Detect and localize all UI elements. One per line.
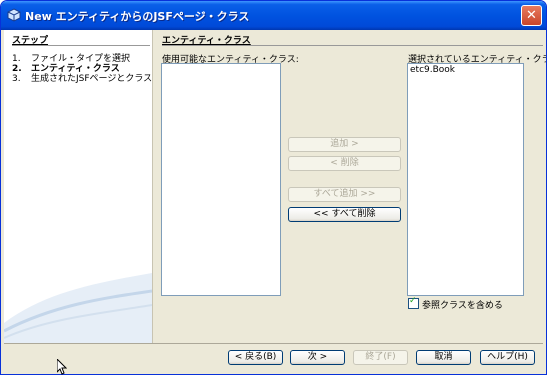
close-button[interactable]: ✕ <box>521 5 542 26</box>
divider <box>12 45 150 46</box>
decorative-swoosh <box>4 273 152 343</box>
checkmark-icon: ✓ <box>409 296 417 306</box>
selected-entity-list[interactable]: etc9.Book <box>407 63 524 296</box>
checkbox-box[interactable]: ✓ <box>408 296 419 309</box>
divider <box>4 343 543 344</box>
mouse-pointer-icon <box>57 359 67 375</box>
steps-panel: ステップ 1. ファイル・タイプを選択 2. エンティティ・クラス 3. 生成されたJ… <box>4 30 153 343</box>
window-title: New エンティティからのJSFページ・クラス <box>25 10 250 23</box>
add-button[interactable]: 追加 > <box>288 137 401 152</box>
help-button[interactable]: ヘルプ(H) <box>480 350 535 365</box>
cancel-button[interactable]: 取消 <box>416 350 471 365</box>
title-bar[interactable]: New エンティティからのJSFページ・クラス ✕ <box>1 1 546 30</box>
add-all-button[interactable]: すべて追加 >> <box>288 187 401 202</box>
step-label: 生成されたJSFページとクラス <box>31 74 153 84</box>
finish-button[interactable]: 終了(F) <box>353 350 408 365</box>
next-button[interactable]: 次 > <box>290 350 345 365</box>
step-item: 3. 生成されたJSFページとクラス <box>12 71 152 84</box>
remove-all-button[interactable]: << すべて削除 <box>288 207 401 222</box>
divider <box>162 45 543 46</box>
checkbox-label: 参照クラスを含める <box>422 301 503 311</box>
wizard-dialog: New エンティティからのJSFページ・クラス ✕ ステップ 1. ファイル・タイ… <box>0 0 547 375</box>
netbeans-cube-icon <box>7 8 21 22</box>
step-number: 3. <box>12 74 21 84</box>
back-button[interactable]: < 戻る(B) <box>228 350 283 365</box>
available-entity-list[interactable] <box>161 63 281 296</box>
remove-button[interactable]: < 削除 <box>288 156 401 171</box>
list-item[interactable]: etc9.Book <box>408 64 523 76</box>
include-referenced-checkbox[interactable]: ✓ 参照クラスを含める <box>408 296 503 311</box>
content-panel: エンティティ・クラス 使用可能なエンティティ・クラス: 選択されているエンティテ… <box>153 30 546 343</box>
